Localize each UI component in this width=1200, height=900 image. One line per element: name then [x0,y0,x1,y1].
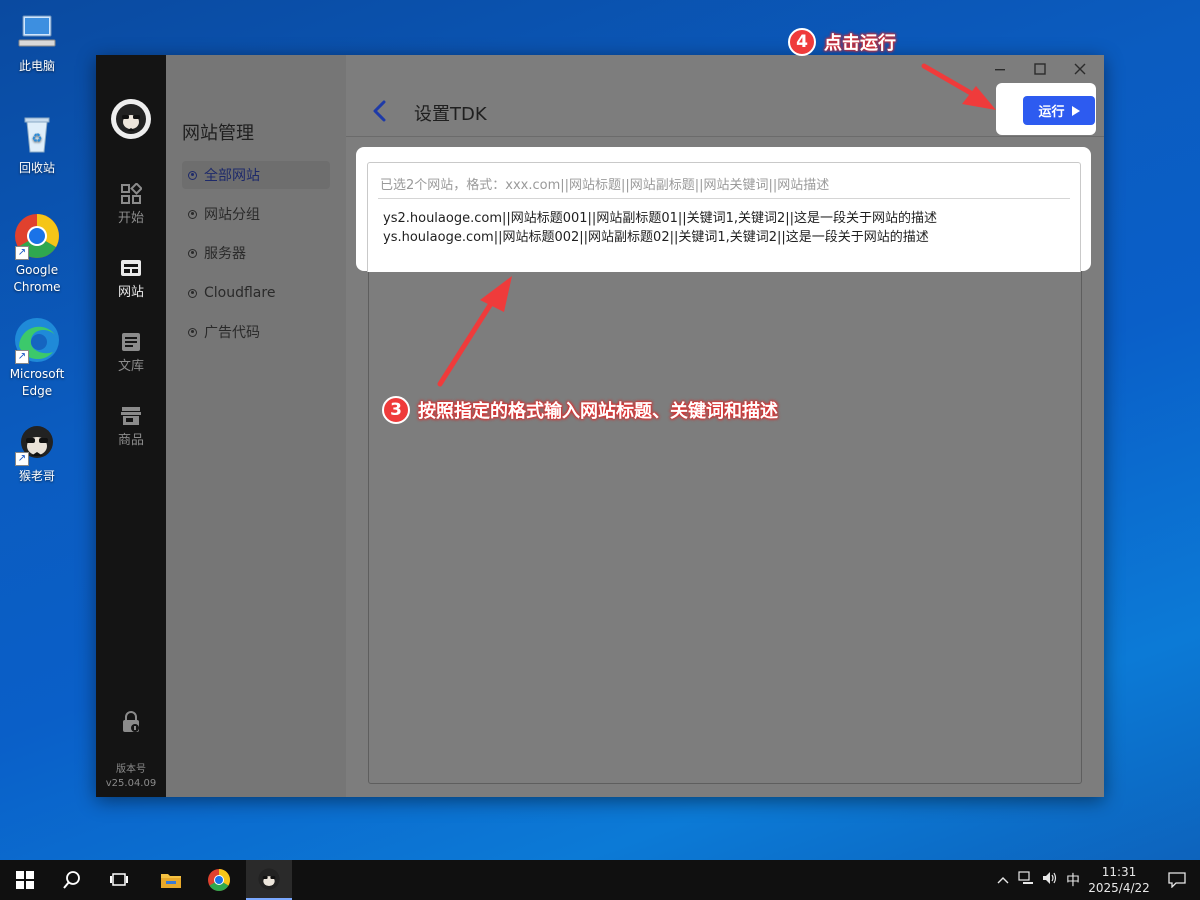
subnav-title: 网站管理 [182,123,254,144]
subnav-item-site-groups[interactable]: 网站分组 [182,200,330,228]
radio-dot-icon [188,170,197,180]
desktop-icon-label: Google Chrome [13,263,61,294]
chrome-icon: ↗ [13,212,61,260]
play-icon [1071,105,1080,116]
shortcut-arrow-icon: ↗ [15,452,29,466]
textarea-line: ys2.houlaoge.com||网站标题001||网站副标题01||关键词1… [383,211,938,226]
rail-item-products[interactable]: 商品 [96,405,166,448]
taskbar-file-explorer[interactable] [148,860,194,900]
tdk-textarea[interactable]: 已选2个网站，格式：xxx.com||网站标题||网站副标题||网站关键词||网… [367,162,1081,272]
run-button[interactable]: 运行 [1023,96,1095,125]
radio-dot-icon [188,288,197,298]
main-panel: 设置TDK 运行 已选2个网站，格式：xxx.com||网站标题||网站副标题|… [346,55,1104,797]
grid-icon [120,182,143,205]
volume-icon[interactable] [1038,871,1062,889]
desktop-icon-this-pc[interactable]: 此电脑 [0,8,74,75]
minimize-icon[interactable] [986,59,1014,79]
monkey-logo-icon: ↗ [13,418,61,466]
close-icon[interactable] [1066,59,1094,79]
search-icon [63,871,80,889]
subnav-item-cloudflare[interactable]: Cloudflare [182,279,330,307]
desktop-icon-houlaoge[interactable]: ↗ 猴老哥 [0,418,74,485]
edge-icon: ↗ [13,316,61,364]
avatar[interactable] [111,99,151,139]
windows-logo-icon [16,871,34,889]
rail-item-label: 文库 [117,359,144,374]
app-window: 开始 网站 文库 商品 版本号 v25.04.09 网站管理 全部网站 网站分组… [96,55,1104,797]
desktop-icon-recycle-bin[interactable]: ♻ 回收站 [0,110,74,177]
window-controls [986,59,1094,79]
left-rail: 开始 网站 文库 商品 版本号 v25.04.09 [96,55,166,797]
clock-time: 11:31 [1101,865,1137,879]
step-badge: 3 [382,396,410,424]
desktop-icon-label: 猴老哥 [18,469,55,483]
back-chevron-icon[interactable] [370,99,390,123]
svg-text:♻: ♻ [32,131,43,145]
document-icon [120,331,142,353]
taskbar-chrome[interactable] [196,860,242,900]
ime-indicator[interactable]: 中 [1062,870,1084,890]
subnav-item-label: Cloudflare [204,285,276,301]
clock-date: 2025/4/22 [1088,881,1150,895]
system-tray: 中 11:31 2025/4/22 [992,860,1200,900]
website-icon [120,257,142,279]
subnav-item-label: 广告代码 [204,325,260,341]
chevron-up-icon[interactable] [992,873,1014,888]
folder-icon [161,874,181,888]
task-view-button[interactable] [96,860,142,900]
rail-item-label: 商品 [117,433,144,448]
rail-item-label: 网站 [117,285,144,300]
network-icon[interactable] [1014,871,1038,889]
subnav-item-label: 全部网站 [204,168,260,184]
subnav-item-ad-code[interactable]: 广告代码 [182,318,330,346]
desktop-icon-edge[interactable]: ↗ Microsoft Edge [0,316,74,400]
computer-icon [13,8,61,56]
desktop-icon-label: Microsoft Edge [9,367,65,398]
annotation-step3: 3 按照指定的格式输入网站标题、关键词和描述 [382,396,778,424]
maximize-icon[interactable] [1026,59,1054,79]
subnav-item-label: 服务器 [204,246,246,262]
rail-item-library[interactable]: 文库 [96,331,166,374]
version-number: v25.04.09 [105,778,157,789]
subnav-item-label: 网站分组 [204,207,260,223]
rail-item-website[interactable]: 网站 [96,257,166,300]
desktop-icon-chrome[interactable]: ↗ Google Chrome [0,212,74,296]
start-button[interactable] [2,860,48,900]
subnav-item-servers[interactable]: 服务器 [182,239,330,267]
radio-dot-icon [188,209,197,219]
shortcut-arrow-icon: ↗ [15,246,29,260]
rail-item-label: 开始 [117,211,144,226]
lock-icon[interactable] [121,711,141,733]
step-badge: 4 [788,28,816,56]
textarea-placeholder: 已选2个网站，格式：xxx.com||网站标题||网站副标题||网站关键词||网… [380,178,830,193]
textarea-line: ys.houlaoge.com||网站标题002||网站副标题02||关键词1,… [383,230,929,245]
taskbar-houlaoge-app[interactable] [246,860,292,900]
page-header: 设置TDK [346,85,1104,137]
desktop-icon-label: 此电脑 [18,59,55,73]
monkey-logo-icon [258,868,280,890]
rail-item-start[interactable]: 开始 [96,182,166,226]
radio-dot-icon [188,327,197,337]
clock[interactable]: 11:31 2025/4/22 [1084,864,1154,896]
annotation-step4: 4 点击运行 [788,28,896,56]
shortcut-arrow-icon: ↗ [15,350,29,364]
recycle-bin-icon: ♻ [13,110,61,158]
version-label: 版本号 [116,764,146,775]
desktop-icon-label: 回收站 [18,161,55,175]
taskbar: 中 11:31 2025/4/22 [0,860,1200,900]
divider [378,198,1070,199]
subnav: 网站管理 全部网站 网站分组 服务器 Cloudflare 广告代码 [166,55,346,797]
chrome-icon [208,869,230,891]
page-title: 设置TDK [414,104,487,125]
radio-dot-icon [188,248,197,258]
subnav-item-all-sites[interactable]: 全部网站 [182,161,330,189]
annotation-text: 按照指定的格式输入网站标题、关键词和描述 [418,401,778,422]
search-button[interactable] [49,860,95,900]
run-button-label: 运行 [1038,105,1065,120]
store-icon [120,405,142,427]
annotation-text: 点击运行 [824,33,896,54]
task-view-icon [110,873,128,886]
notification-icon[interactable] [1154,872,1200,888]
